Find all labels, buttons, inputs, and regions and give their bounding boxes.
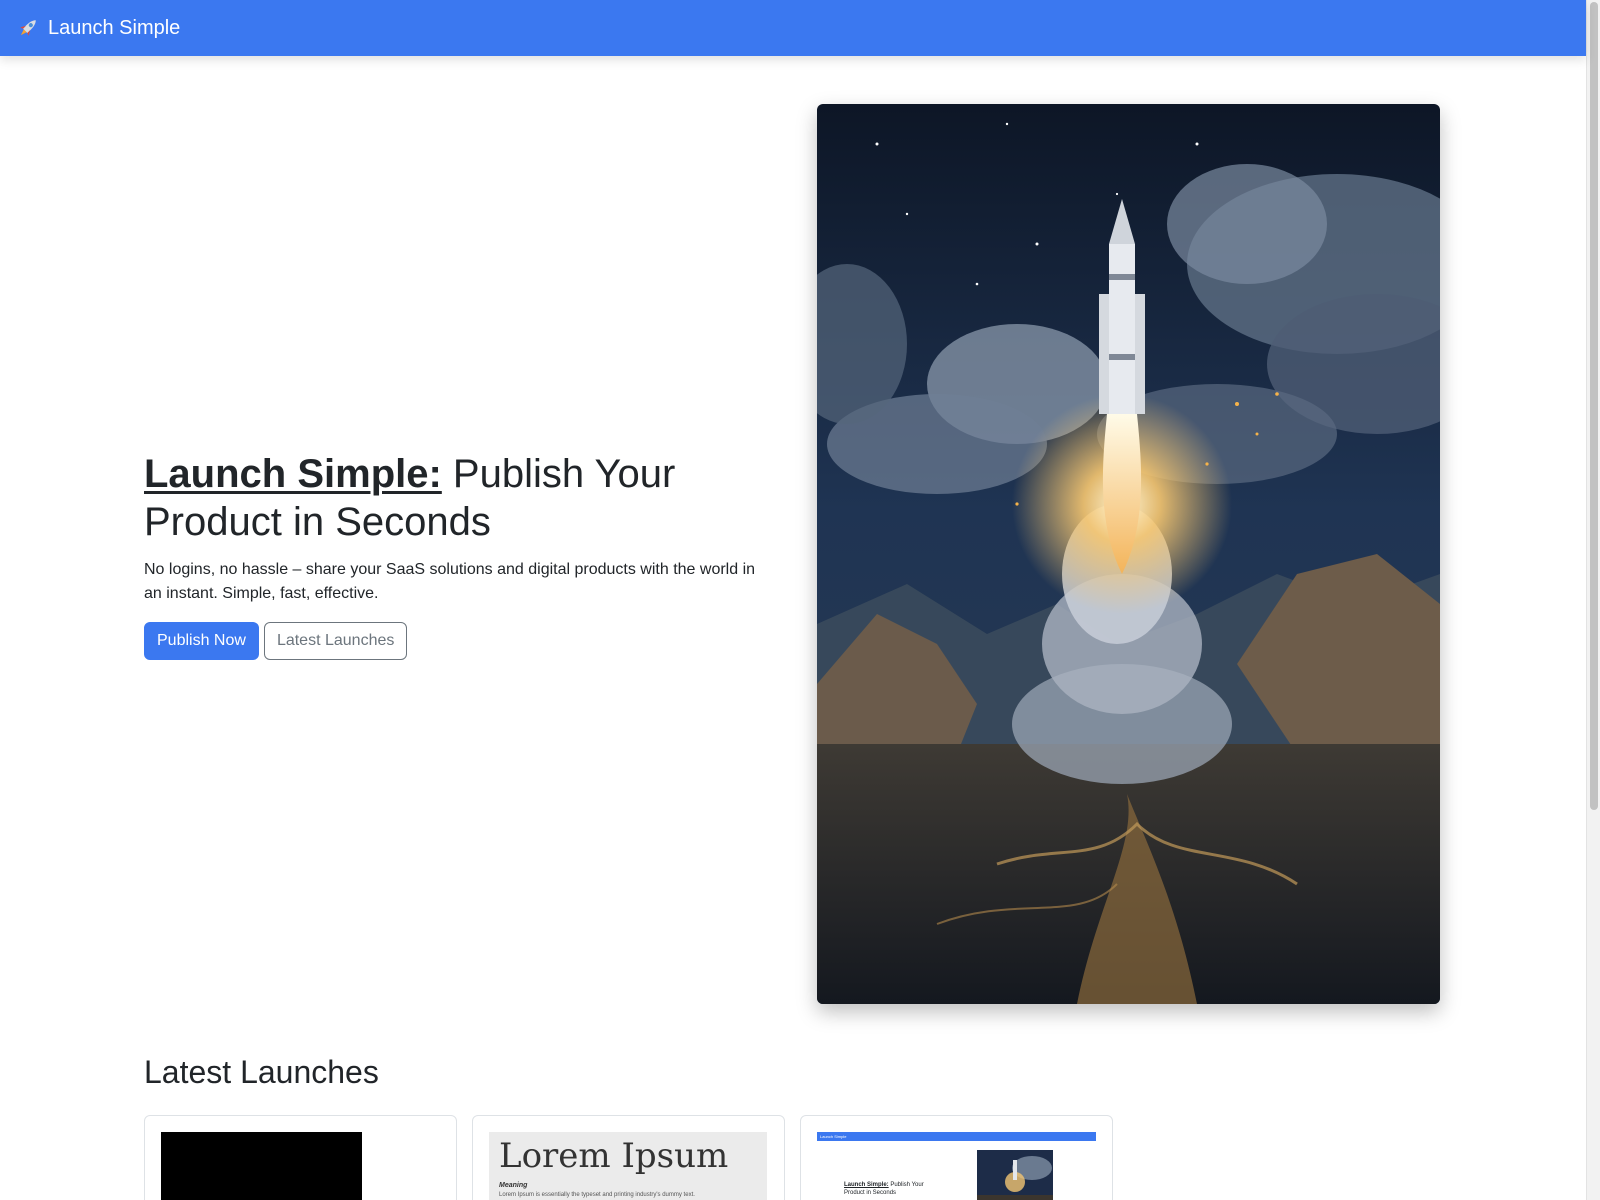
publish-now-button[interactable]: Publish Now xyxy=(144,622,259,660)
launch-card-thumbnail: Launch Simple Launch Simple: Publish You… xyxy=(817,1132,1096,1200)
launch-card-thumbnail xyxy=(161,1132,362,1200)
latest-launches-button[interactable]: Latest Launches xyxy=(263,622,408,660)
thumbnail-title: Launch Simple: Publish Your Product in S… xyxy=(844,1181,944,1197)
scrollbar[interactable] xyxy=(1586,0,1600,1200)
launch-card-thumbnail: Lorem Ipsum Meaning Lorem Ipsum is essen… xyxy=(489,1132,767,1200)
hero-title: Launch Simple: Publish Your Product in S… xyxy=(144,450,784,546)
hero-title-brand-link[interactable]: Launch Simple: xyxy=(144,452,442,496)
launch-card[interactable]: Lorem Ipsum Meaning Lorem Ipsum is essen… xyxy=(472,1115,785,1200)
navbar-brand-label: Launch Simple xyxy=(48,16,181,39)
latest-launches-title: Latest Launches xyxy=(144,1054,379,1090)
launch-card[interactable] xyxy=(144,1115,457,1200)
thumbnail-title: Lorem Ipsum xyxy=(499,1136,729,1176)
hero-subtitle: No logins, no hassle – share your SaaS s… xyxy=(144,561,756,602)
hero-buttons: Publish Now Latest Launches xyxy=(144,622,784,660)
rocket-icon xyxy=(14,14,42,42)
hero-section: Launch Simple: Publish Your Product in S… xyxy=(144,450,784,660)
hero-rocket-image xyxy=(817,104,1440,1004)
thumbnail-text: Lorem Ipsum is essentially the typeset a… xyxy=(499,1192,695,1198)
scrollbar-thumb[interactable] xyxy=(1590,2,1598,810)
navbar: Launch Simple xyxy=(0,0,1586,56)
thumbnail-navbar: Launch Simple xyxy=(817,1132,1096,1141)
thumbnail-title-brand: Launch Simple: xyxy=(844,1182,889,1188)
navbar-brand[interactable]: Launch Simple xyxy=(14,14,180,42)
thumbnail-heading: Meaning xyxy=(499,1182,528,1189)
launch-card[interactable]: Launch Simple Launch Simple: Publish You… xyxy=(800,1115,1113,1200)
thumbnail-rocket-image xyxy=(977,1150,1053,1200)
